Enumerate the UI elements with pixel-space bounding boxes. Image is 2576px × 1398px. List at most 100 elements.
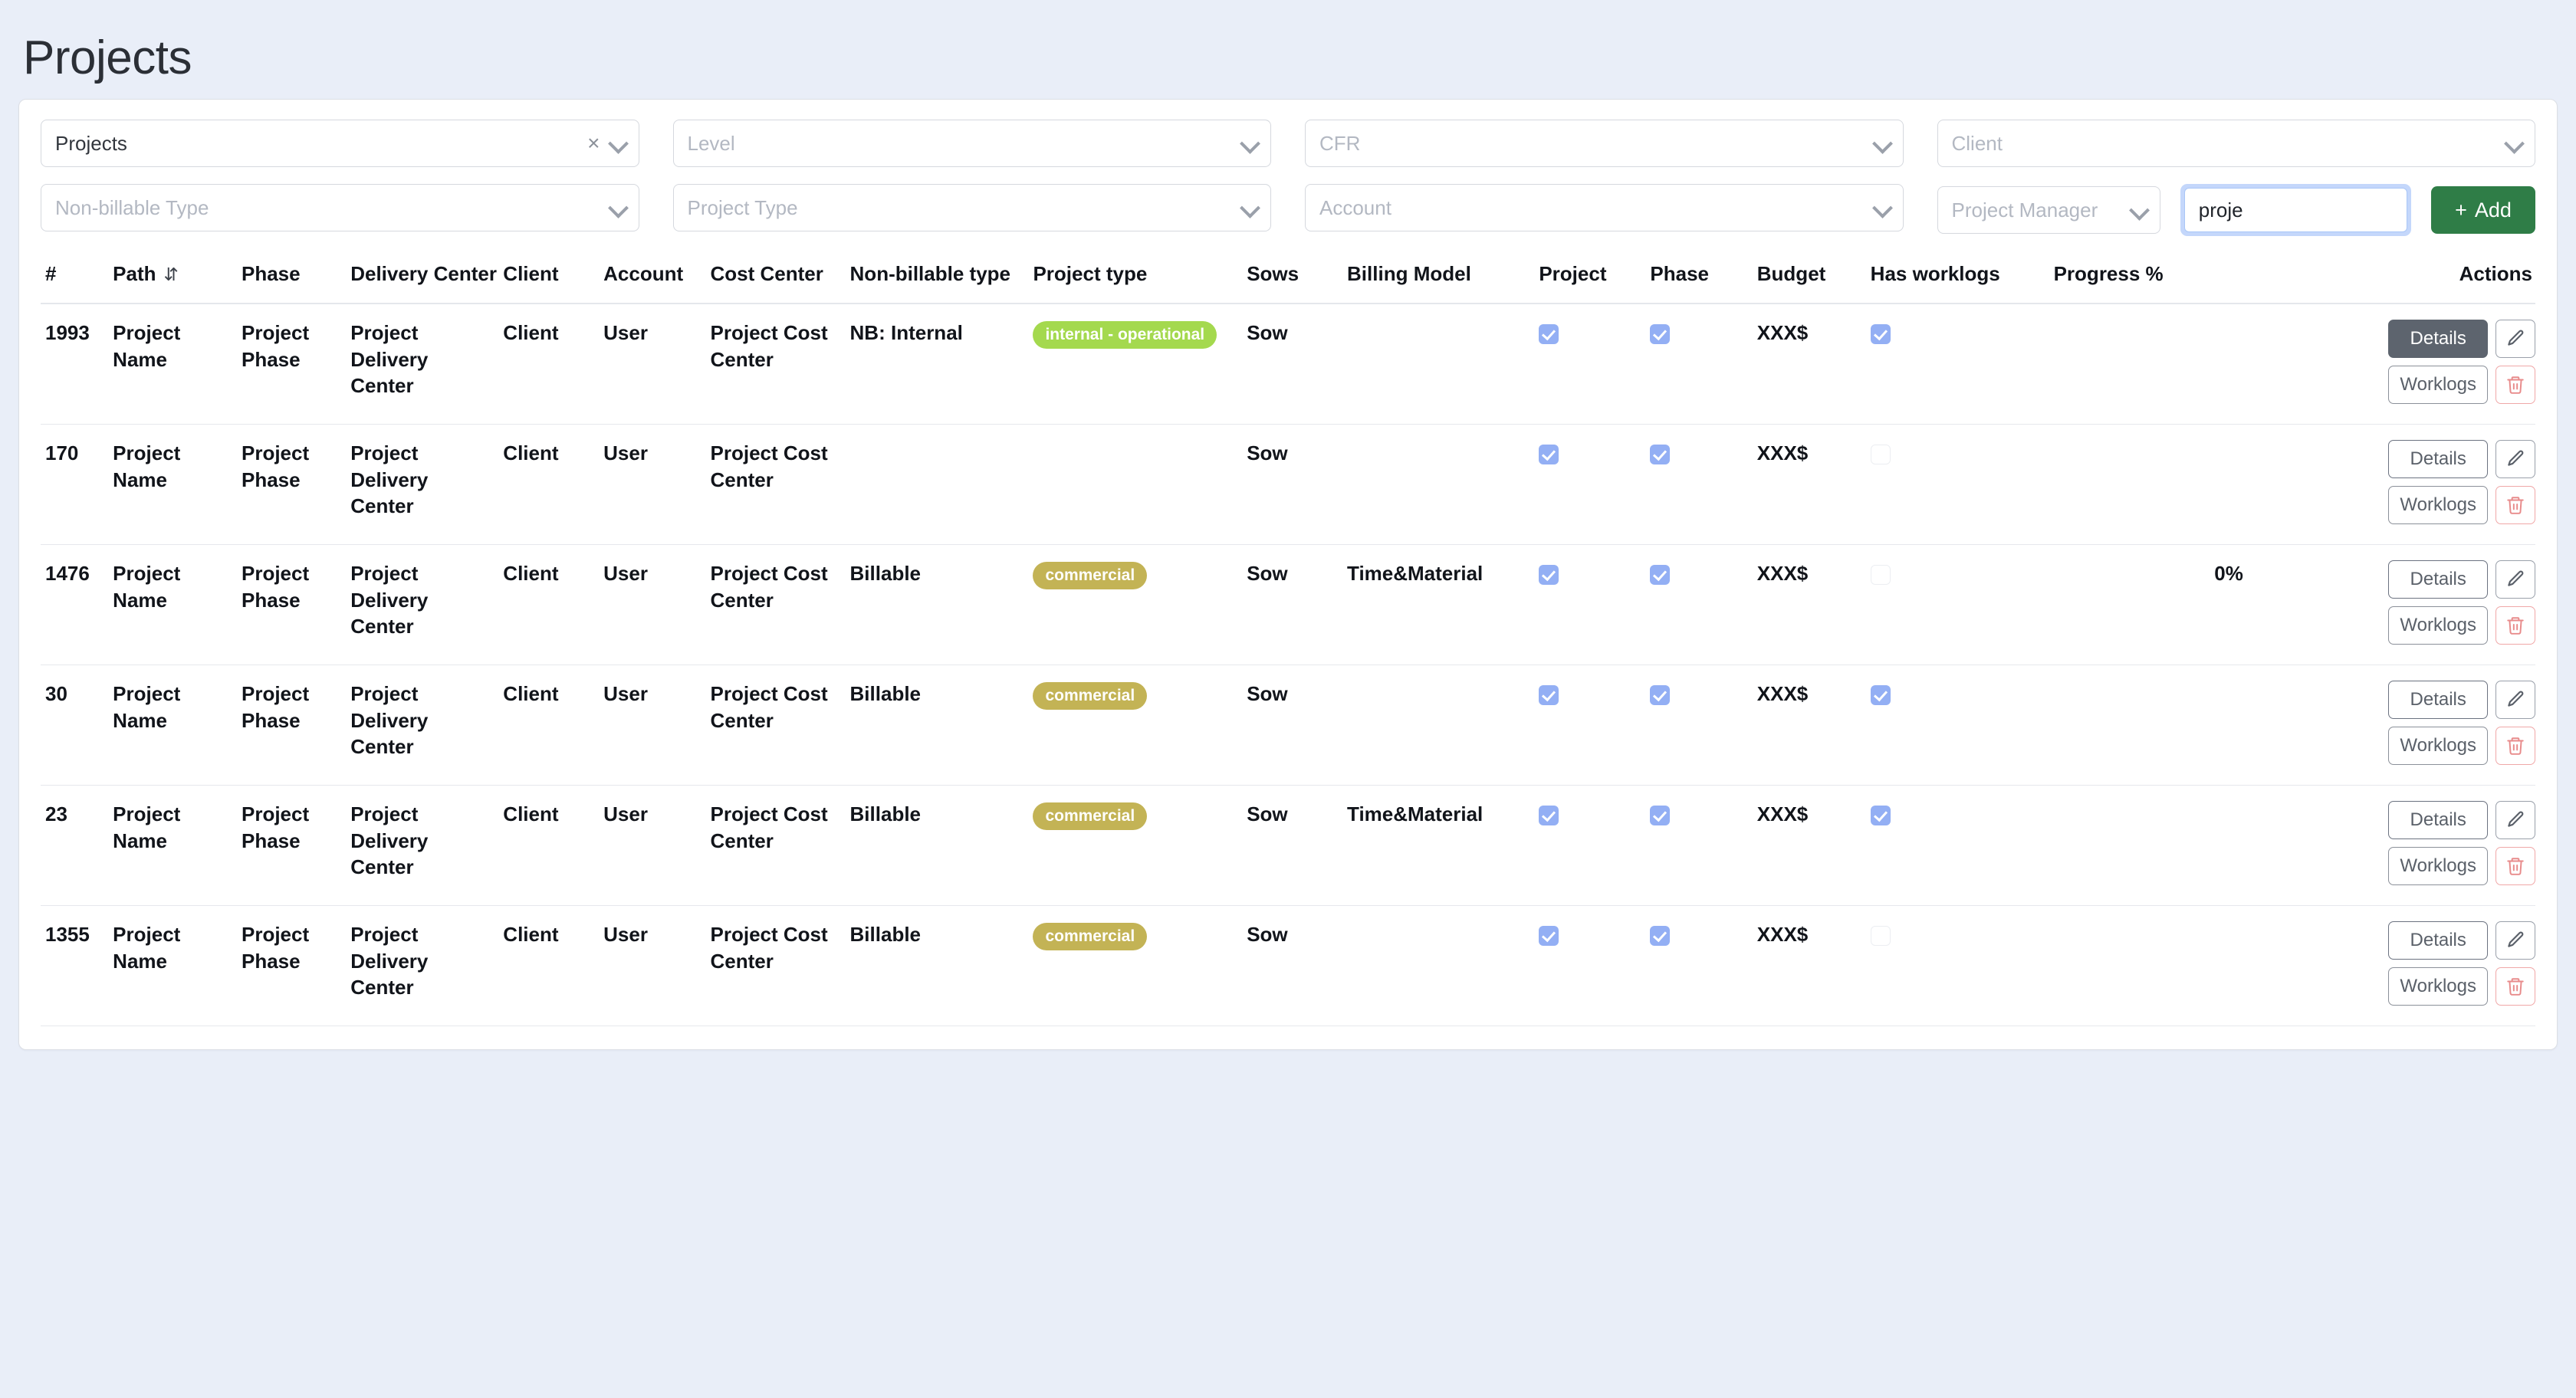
cell-has-worklogs xyxy=(1865,665,2049,786)
edit-icon[interactable] xyxy=(2496,320,2535,359)
cell-has-worklogs xyxy=(1865,544,2049,666)
worklogs-button[interactable]: Worklogs xyxy=(2388,606,2488,645)
checkbox[interactable] xyxy=(1539,926,1559,947)
search-input[interactable] xyxy=(2183,188,2407,233)
checkbox[interactable] xyxy=(1539,565,1559,586)
trash-icon[interactable] xyxy=(2496,606,2535,645)
details-button[interactable]: Details xyxy=(2388,560,2488,599)
worklogs-button[interactable]: Worklogs xyxy=(2388,727,2488,766)
worklogs-button[interactable]: Worklogs xyxy=(2388,366,2488,405)
page-title: Projects xyxy=(23,31,192,84)
cell-billing-model xyxy=(1342,424,1535,546)
chevron-down-icon[interactable] xyxy=(1241,199,1258,216)
col-header-cost-center: Cost Center xyxy=(705,256,846,305)
filter-select-project-type[interactable]: Project Type xyxy=(672,184,1271,232)
chevron-down-icon[interactable] xyxy=(610,199,626,216)
edit-icon[interactable] xyxy=(2496,921,2535,960)
filter-select-non-billable-type[interactable]: Non-billable Type xyxy=(41,184,639,232)
details-button[interactable]: Details xyxy=(2388,801,2488,840)
filter-select-project-manager[interactable]: Project Manager xyxy=(1937,186,2160,235)
checkbox[interactable] xyxy=(1870,806,1891,826)
filter-select-level[interactable]: Level xyxy=(672,120,1271,168)
cell-progress xyxy=(2049,665,2269,786)
chevron-down-icon[interactable] xyxy=(2131,202,2147,218)
cell-actions: Details Worklogs xyxy=(2269,304,2535,425)
checkbox[interactable] xyxy=(1650,324,1671,345)
col-header-phase-2: Phase xyxy=(1645,256,1753,305)
details-button[interactable]: Details xyxy=(2388,681,2488,720)
cell-billing-model xyxy=(1342,304,1535,425)
row-actions: Details Worklogs xyxy=(2274,560,2535,645)
checkbox[interactable] xyxy=(1650,685,1671,706)
chevron-down-icon[interactable] xyxy=(1874,135,1891,152)
cell-project-checkbox xyxy=(1534,544,1646,666)
checkbox[interactable] xyxy=(1870,926,1891,947)
cell-phase: Project Phase xyxy=(236,424,347,546)
add-button[interactable]: + Add xyxy=(2431,186,2535,235)
checkbox[interactable] xyxy=(1539,324,1559,345)
details-button[interactable]: Details xyxy=(2388,921,2488,960)
trash-icon[interactable] xyxy=(2496,727,2535,766)
filter-bar: Projects × Level CFR Client Non-billable Type… xyxy=(41,120,2535,237)
chevron-down-icon[interactable] xyxy=(2505,135,2522,152)
checkbox[interactable] xyxy=(1870,565,1891,586)
cell-budget: XXX$ xyxy=(1752,544,1866,666)
cell-non-billable-type: Billable xyxy=(845,785,1029,907)
add-button-label: Add xyxy=(2474,198,2512,222)
cell-account: User xyxy=(599,544,706,666)
filter-select-cfr[interactable]: CFR xyxy=(1305,120,1904,168)
checkbox[interactable] xyxy=(1870,324,1891,345)
cell-budget: XXX$ xyxy=(1752,665,1866,786)
checkbox[interactable] xyxy=(1650,806,1671,826)
cell-actions: Details Worklogs xyxy=(2269,544,2535,666)
checkbox[interactable] xyxy=(1650,926,1671,947)
edit-icon[interactable] xyxy=(2496,440,2535,479)
chevron-down-icon[interactable] xyxy=(1874,199,1891,216)
details-button[interactable]: Details xyxy=(2388,440,2488,479)
cell-path: Project Name xyxy=(108,304,237,425)
cell-progress: 0% xyxy=(2049,544,2269,666)
clear-icon[interactable]: × xyxy=(584,133,609,154)
cell-cost-center: Project Cost Center xyxy=(705,785,846,907)
col-header-billing-model: Billing Model xyxy=(1342,256,1535,305)
edit-icon[interactable] xyxy=(2496,801,2535,840)
checkbox[interactable] xyxy=(1650,445,1671,465)
cell-account: User xyxy=(599,665,706,786)
cell-id: 1476 xyxy=(41,544,109,666)
checkbox[interactable] xyxy=(1650,565,1671,586)
trash-icon[interactable] xyxy=(2496,847,2535,886)
trash-icon[interactable] xyxy=(2496,366,2535,405)
edit-icon[interactable] xyxy=(2496,560,2535,599)
cell-phase-checkbox xyxy=(1645,905,1753,1027)
project-type-badge: internal - operational xyxy=(1033,321,1217,350)
checkbox[interactable] xyxy=(1539,445,1559,465)
worklogs-button[interactable]: Worklogs xyxy=(2388,967,2488,1006)
col-header-path[interactable]: Path ⇵ xyxy=(108,256,237,305)
checkbox[interactable] xyxy=(1539,685,1559,706)
project-type-badge: commercial xyxy=(1033,682,1148,710)
cell-has-worklogs xyxy=(1865,304,2049,425)
worklogs-button[interactable]: Worklogs xyxy=(2388,486,2488,525)
chevron-down-icon[interactable] xyxy=(1241,135,1258,152)
checkbox[interactable] xyxy=(1539,806,1559,826)
cell-progress xyxy=(2049,905,2269,1027)
sort-toggle-icon[interactable]: ⇵ xyxy=(164,264,179,285)
page-root: Projects Projects × Level CFR Client Non-bill… xyxy=(0,0,2576,1051)
filter-select-client[interactable]: Client xyxy=(1937,120,2535,168)
cell-client: Client xyxy=(498,544,600,666)
details-button[interactable]: Details xyxy=(2388,320,2488,359)
filter-select-projects[interactable]: Projects × xyxy=(41,120,639,168)
filter-select-account[interactable]: Account xyxy=(1305,184,1904,232)
chevron-down-icon[interactable] xyxy=(610,135,626,152)
trash-icon[interactable] xyxy=(2496,967,2535,1006)
project-type-badge: commercial xyxy=(1033,923,1148,951)
checkbox[interactable] xyxy=(1870,445,1891,465)
worklogs-button[interactable]: Worklogs xyxy=(2388,847,2488,886)
edit-icon[interactable] xyxy=(2496,681,2535,720)
trash-icon[interactable] xyxy=(2496,486,2535,525)
checkbox[interactable] xyxy=(1870,685,1891,706)
cell-phase-checkbox xyxy=(1645,424,1753,546)
filter-value-non-billable-type: Non-billable Type xyxy=(55,195,209,219)
cell-sows: Sow xyxy=(1242,544,1343,666)
cell-id: 30 xyxy=(41,665,109,786)
